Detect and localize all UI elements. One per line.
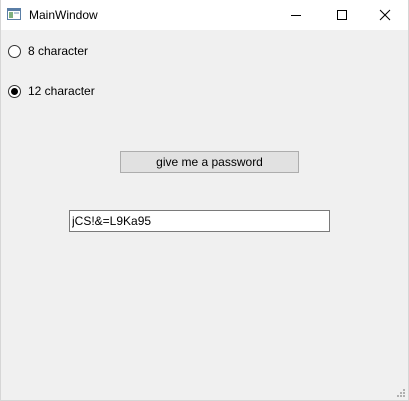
title-bar[interactable]: MainWindow	[1, 0, 408, 30]
radio-12-character-label: 12 character	[28, 84, 95, 98]
close-button[interactable]	[362, 0, 408, 30]
password-output-field[interactable]	[69, 210, 330, 232]
main-window: MainWindow 8 character 12 character give…	[0, 0, 409, 401]
client-area: 8 character 12 character give me a passw…	[1, 30, 408, 400]
minimize-button[interactable]	[273, 0, 319, 30]
maximize-icon	[337, 10, 347, 20]
minimize-icon	[291, 15, 301, 16]
resize-grip-icon[interactable]	[396, 388, 406, 398]
radio-button-icon[interactable]	[8, 84, 21, 98]
close-icon	[379, 9, 391, 21]
radio-button-icon[interactable]	[8, 44, 21, 58]
radio-12-character[interactable]: 12 character	[8, 83, 95, 99]
generate-password-button[interactable]: give me a password	[120, 151, 299, 173]
window-title: MainWindow	[29, 8, 98, 22]
radio-8-character-label: 8 character	[28, 44, 89, 58]
maximize-button[interactable]	[319, 0, 365, 30]
radio-8-character[interactable]: 8 character	[8, 43, 88, 59]
app-window-icon	[7, 8, 21, 20]
